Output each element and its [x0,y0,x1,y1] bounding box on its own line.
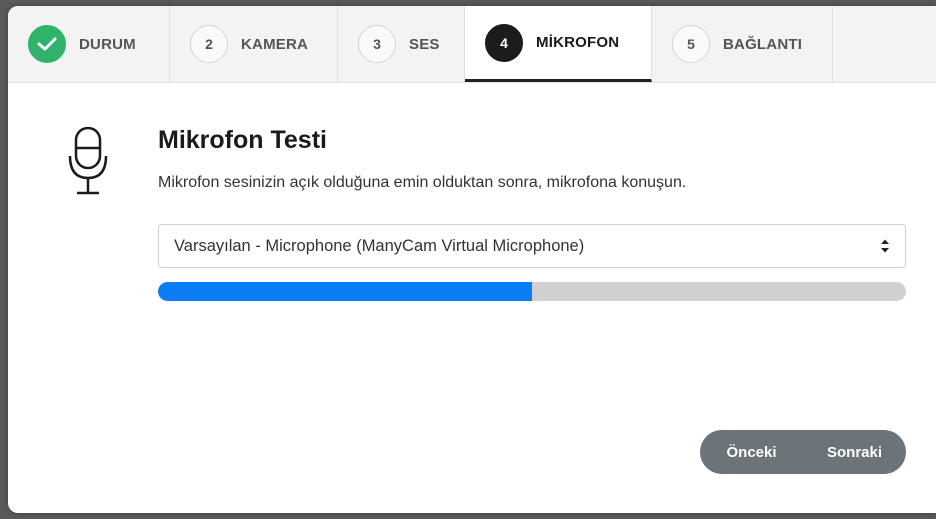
tab-label: DURUM [79,35,136,53]
select-arrows-icon [881,239,889,253]
tab-durum[interactable]: DURUM [8,6,170,82]
microphone-select-value: Varsayılan - Microphone (ManyCam Virtual… [174,236,585,255]
wizard-nav: Önceki Sonraki [700,430,906,474]
microphone-icon [66,126,110,198]
tab-ses[interactable]: 3 SES [338,6,465,82]
next-button[interactable]: Sonraki [803,430,906,474]
tab-baglanti[interactable]: 5 BAĞLANTI [652,6,833,82]
previous-button[interactable]: Önceki [700,430,803,474]
step-number: 3 [358,25,396,63]
instruction-text: Mikrofon sesinizin açık olduğuna emin ol… [158,174,687,191]
step-number: 4 [485,23,523,62]
mic-level-meter [158,282,906,301]
tab-label: SES [409,35,440,53]
check-icon [28,25,66,63]
microphone-select[interactable]: Varsayılan - Microphone (ManyCam Virtual… [158,224,906,268]
tab-label: BAĞLANTI [723,35,803,53]
wizard-steps: DURUM 2 KAMERA 3 SES 4 MİKROFON 5 BAĞLAN… [8,6,936,83]
tab-label: KAMERA [241,35,309,53]
tab-mikrofon[interactable]: 4 MİKROFON [465,6,652,82]
step-number: 5 [672,25,710,63]
tab-kamera[interactable]: 2 KAMERA [170,6,338,82]
mic-level-fill [158,282,532,301]
tab-label: MİKROFON [536,34,620,51]
page-title: Mikrofon Testi [158,126,327,154]
mic-test-dialog: DURUM 2 KAMERA 3 SES 4 MİKROFON 5 BAĞLAN… [8,6,936,513]
step-number: 2 [190,25,228,63]
